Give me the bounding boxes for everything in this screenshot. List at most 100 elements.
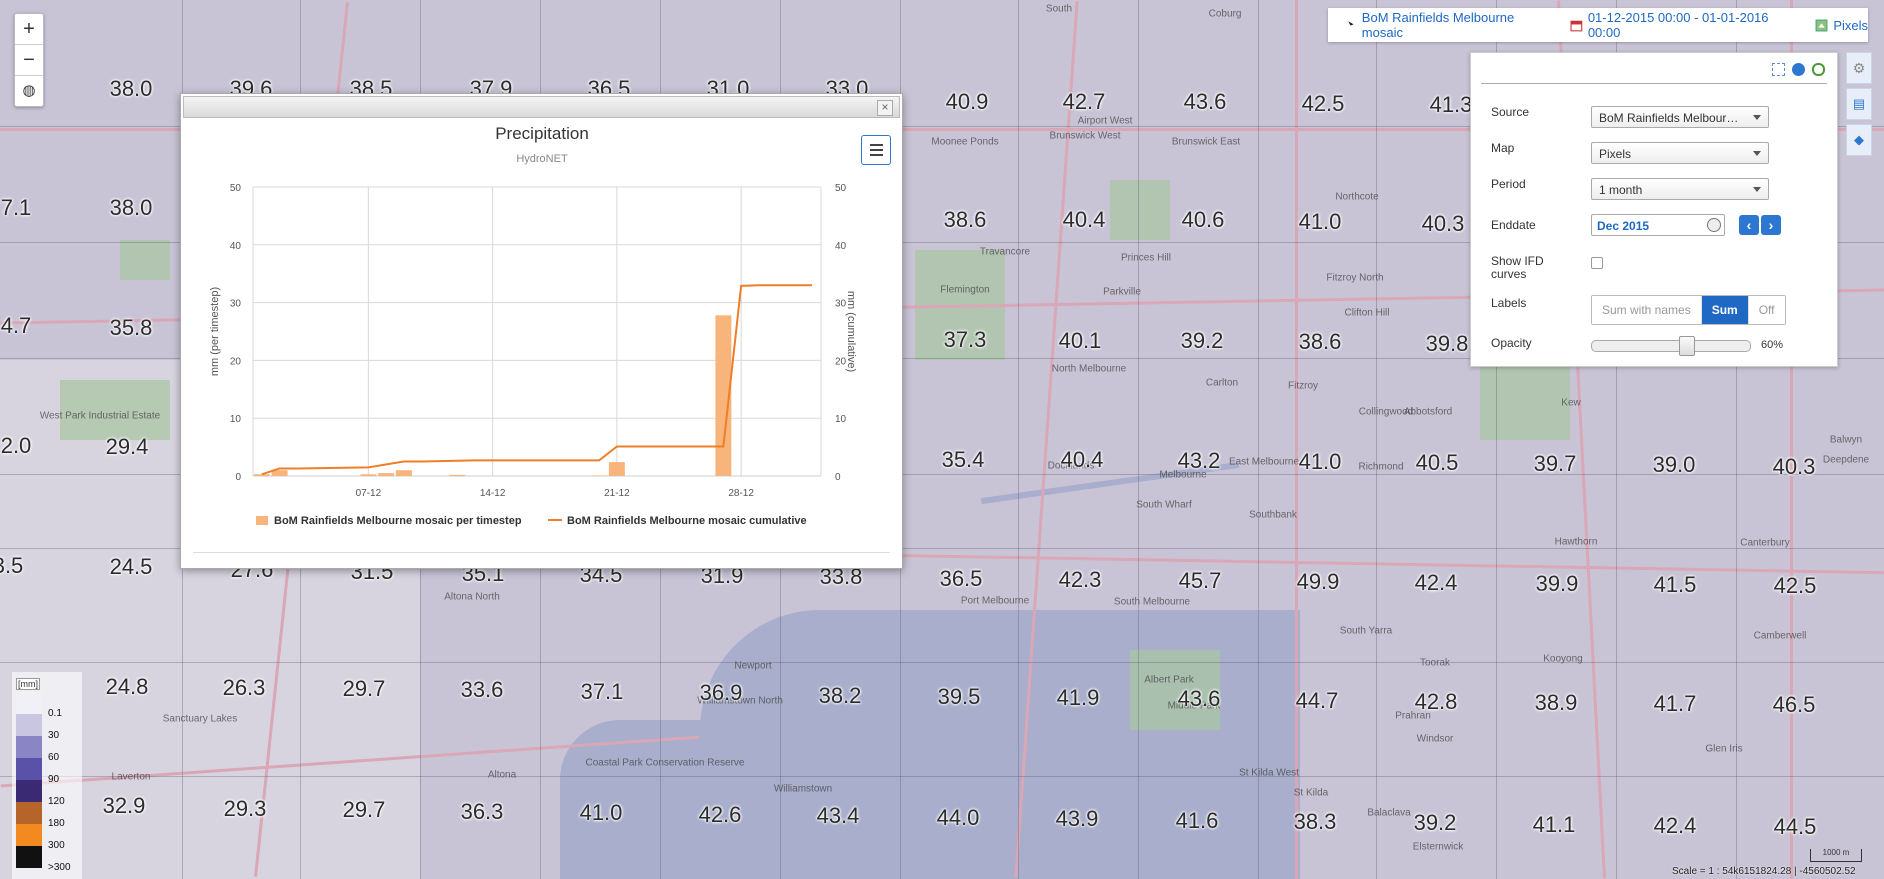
rainfall-cell-value: 40.3 bbox=[1772, 454, 1816, 479]
rainfall-cell-value: 40.9 bbox=[945, 89, 989, 114]
map-select-value: Pixels bbox=[1599, 147, 1632, 161]
bar bbox=[360, 474, 377, 476]
y-axis-label-left: mm (per timestep) bbox=[209, 287, 221, 376]
rainfall-cell-value: 38.3 bbox=[1293, 809, 1337, 834]
rainfall-cell-value: 39.8 bbox=[1425, 331, 1469, 356]
labels-option-sum-with-names[interactable]: Sum with names bbox=[1592, 296, 1702, 324]
legend-label: 180 bbox=[48, 818, 65, 829]
labels-option-sum[interactable]: Sum bbox=[1701, 296, 1749, 324]
rainfall-cell-value: 7.1 bbox=[0, 195, 32, 220]
legend-swatch bbox=[16, 714, 42, 736]
next-period-button[interactable]: › bbox=[1761, 215, 1781, 235]
place-name: Albert Park bbox=[1144, 674, 1194, 686]
source-label: Source bbox=[1491, 105, 1530, 119]
source-indicator[interactable]: BoM Rainfields Melbourne mosaic bbox=[1344, 10, 1556, 40]
chevron-down-icon bbox=[1753, 151, 1761, 156]
place-name: Newport bbox=[734, 660, 772, 672]
place-name: Kew bbox=[1561, 397, 1581, 409]
rainfall-cell-value: 42.6 bbox=[698, 802, 742, 827]
status-bar: BoM Rainfields Melbourne mosaic 01-12-20… bbox=[1328, 8, 1868, 42]
rainfall-cell-value: 41.3 bbox=[1429, 92, 1473, 117]
globe-button[interactable]: ◍ bbox=[15, 76, 43, 106]
place-name: Elsternwick bbox=[1412, 841, 1464, 853]
map-indicator[interactable]: Pixels bbox=[1815, 18, 1868, 33]
clock-icon[interactable] bbox=[1707, 218, 1721, 232]
y-tick-label-right: 30 bbox=[835, 299, 847, 310]
place-name: Moonee Ponds bbox=[931, 136, 999, 148]
enddate-value: Dec 2015 bbox=[1597, 219, 1650, 233]
x-tick-label: 07-12 bbox=[356, 488, 382, 499]
bar bbox=[591, 475, 608, 476]
chart-subtitle: HydroNET bbox=[516, 153, 568, 165]
paperclip-icon[interactable] bbox=[1812, 63, 1825, 76]
rainfall-cell-value: 39.7 bbox=[1533, 451, 1577, 476]
pin-icon bbox=[1346, 20, 1354, 31]
map-indicator-label: Pixels bbox=[1833, 17, 1868, 33]
place-name: South Wharf bbox=[1136, 499, 1192, 511]
panel-divider bbox=[1481, 83, 1827, 84]
bar bbox=[378, 473, 395, 476]
side-tabs: ⚙ ▤ ◆ bbox=[1846, 52, 1872, 160]
help-icon[interactable] bbox=[1792, 63, 1805, 76]
y-tick-label-left: 50 bbox=[230, 183, 242, 194]
rainfall-cell-value: 42.4 bbox=[1653, 813, 1697, 838]
rainfall-cell-value: 39.5 bbox=[937, 684, 981, 709]
tab-settings[interactable]: ⚙ bbox=[1846, 52, 1872, 84]
place-name: Canterbury bbox=[1740, 537, 1790, 549]
labels-option-off[interactable]: Off bbox=[1748, 296, 1785, 324]
place-name: Hawthorn bbox=[1554, 536, 1598, 548]
map-select[interactable]: Pixels bbox=[1591, 142, 1769, 164]
road bbox=[1295, 0, 1298, 879]
rainfall-cell-value: 41.0 bbox=[1298, 209, 1342, 234]
source-select[interactable]: BoM Rainfields Melbour… bbox=[1591, 106, 1769, 128]
place-name: Altona bbox=[487, 769, 517, 781]
prev-period-button[interactable]: ‹ bbox=[1739, 215, 1759, 235]
period-indicator[interactable]: 01-12-2015 00:00 - 01-01-2016 00:00 bbox=[1570, 10, 1801, 40]
opacity-value: 60% bbox=[1761, 339, 1784, 351]
y-tick-label-left: 30 bbox=[230, 299, 242, 310]
rainfall-cell-value: 39.0 bbox=[1652, 452, 1696, 477]
place-name: Altona North bbox=[444, 591, 500, 603]
enddate-input[interactable]: Dec 2015 bbox=[1591, 214, 1725, 236]
place-name: Princes Hill bbox=[1120, 252, 1172, 264]
zoom-in-button[interactable]: + bbox=[15, 14, 43, 45]
opacity-slider-handle[interactable] bbox=[1678, 336, 1695, 356]
rainfall-cell-value: 40.5 bbox=[1415, 450, 1459, 475]
place-name: Fitzroy bbox=[1288, 380, 1318, 392]
show-ifd-checkbox[interactable] bbox=[1591, 257, 1603, 269]
rainfall-cell-value: 40.6 bbox=[1181, 207, 1225, 232]
opacity-slider[interactable] bbox=[1591, 336, 1751, 356]
rainfall-cell-value: 42.5 bbox=[1301, 91, 1345, 116]
zoom-out-button[interactable]: − bbox=[15, 45, 43, 76]
rainfall-cell-value: 42.7 bbox=[1062, 89, 1106, 114]
rainfall-cell-value: 38.6 bbox=[943, 207, 987, 232]
expand-icon[interactable] bbox=[1772, 63, 1785, 76]
labels-label: Labels bbox=[1491, 296, 1527, 310]
place-name: East Melbourne bbox=[1228, 456, 1300, 468]
legend-swatch bbox=[16, 802, 42, 824]
place-name: Northcote bbox=[1335, 191, 1379, 203]
tab-layers[interactable]: ◆ bbox=[1846, 124, 1872, 156]
rainfall-cell-value: 37.1 bbox=[580, 679, 624, 704]
rainfall-cell-value: 24.5 bbox=[109, 554, 153, 579]
grid-line bbox=[1258, 0, 1259, 879]
x-tick-label: 14-12 bbox=[480, 488, 506, 499]
tab-document[interactable]: ▤ bbox=[1846, 88, 1872, 120]
grid-line bbox=[1376, 0, 1377, 879]
place-name: South bbox=[1045, 3, 1073, 15]
legend-label: 90 bbox=[48, 774, 60, 785]
period-select[interactable]: 1 month bbox=[1591, 178, 1769, 200]
rainfall-cell-value: 40.3 bbox=[1421, 211, 1465, 236]
legend-swatch-bar bbox=[256, 516, 268, 525]
y-tick-label-right: 50 bbox=[835, 183, 847, 194]
place-name: West Park Industrial Estate bbox=[39, 410, 161, 422]
rainfall-cell-value: 32.9 bbox=[102, 793, 146, 818]
place-name: Camberwell bbox=[1753, 630, 1807, 642]
rainfall-cell-value: 24.8 bbox=[105, 674, 149, 699]
legend-label-bar: BoM Rainfields Melbourne mosaic per time… bbox=[274, 515, 522, 527]
rainfall-cell-value: 42.5 bbox=[1773, 573, 1817, 598]
map-legend: [mm] 0.1 30 60 90 120 180 300 >300 bbox=[12, 672, 82, 879]
place-name: South Yarra bbox=[1339, 625, 1393, 637]
place-name: Balaclava bbox=[1367, 807, 1411, 819]
rainfall-cell-value: 26.3 bbox=[222, 675, 266, 700]
